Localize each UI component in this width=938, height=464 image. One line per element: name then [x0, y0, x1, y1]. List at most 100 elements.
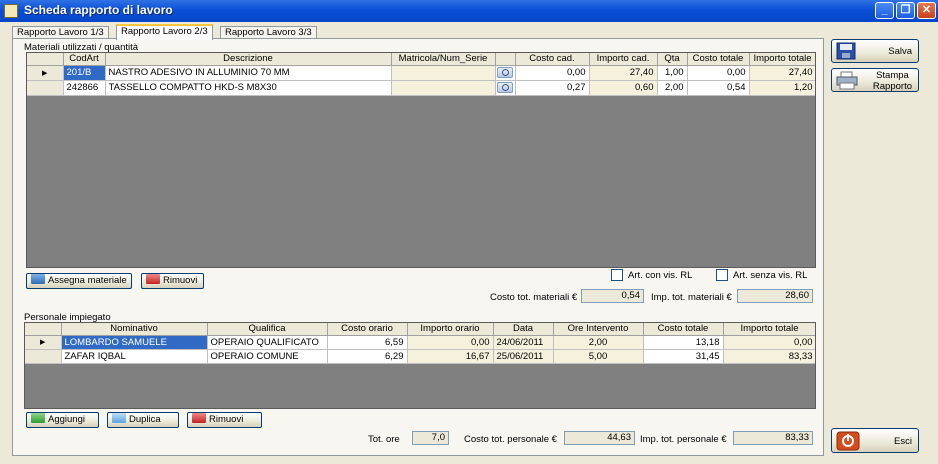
cell-costo-cad[interactable]: 0,27 — [515, 80, 590, 96]
cell-costo-totale: 0,00 — [687, 65, 750, 81]
lookup-icon[interactable] — [497, 81, 513, 93]
materials-col-codart[interactable]: CodArt — [63, 53, 106, 66]
personnel-amount-total-field: 83,33 — [733, 431, 813, 445]
cell-data[interactable]: 24/06/2011 — [493, 335, 554, 350]
add-personnel-label: Aggiungi — [48, 414, 85, 425]
maximize-icon[interactable]: ❐ — [896, 2, 915, 19]
table-row[interactable]: 242866 TASSELLO COMPATTO HKD-S M8X30 0,2… — [27, 80, 815, 96]
remove-personnel-label: Rimuovi — [209, 414, 244, 425]
assign-icon — [31, 274, 45, 284]
personnel-col-importo-orario[interactable]: Importo orario — [407, 323, 494, 336]
floppy-icon — [836, 42, 856, 60]
cell-importo-cad[interactable]: 0,60 — [589, 80, 658, 96]
materials-cost-total-field: 0,54 — [581, 289, 644, 303]
remove-personnel-button[interactable]: Rimuovi — [187, 412, 262, 428]
lookup-icon[interactable] — [497, 66, 513, 78]
personnel-col-ore-intervento[interactable]: Ore Intervento — [553, 323, 644, 336]
table-row[interactable]: ▶ 201/B NASTRO ADESIVO IN ALLUMINIO 70 M… — [27, 65, 815, 81]
materials-amount-total-field: 28,60 — [737, 289, 813, 303]
personnel-col-costo-totale[interactable]: Costo totale — [643, 323, 724, 336]
assign-material-button[interactable]: Assegna materiale — [26, 273, 132, 289]
printer-icon — [836, 71, 858, 90]
cell-data[interactable]: 25/06/2011 — [493, 349, 554, 364]
materials-col-qta[interactable]: Qta — [657, 53, 688, 66]
materials-col-importo-totale[interactable]: Importo totale — [749, 53, 815, 66]
cell-importo-totale: 83,33 — [723, 349, 815, 364]
personnel-col-costo-orario[interactable]: Costo orario — [327, 323, 408, 336]
personnel-header-row: Nominativo Qualifica Costo orario Import… — [25, 323, 815, 336]
cell-qta[interactable]: 2,00 — [657, 80, 688, 96]
print-report-button[interactable]: Stampa Rapporto — [831, 68, 919, 92]
cell-costo-cad[interactable]: 0,00 — [515, 65, 590, 81]
materials-col-indicator — [27, 53, 64, 66]
cell-importo-totale: 0,00 — [723, 335, 815, 350]
materials-col-descrizione[interactable]: Descrizione — [105, 53, 392, 66]
duplicate-icon — [112, 413, 126, 423]
cell-matricola[interactable] — [391, 80, 496, 96]
cell-importo-totale: 1,20 — [749, 80, 815, 96]
minimize-icon[interactable]: _ — [875, 2, 894, 19]
cell-costo-totale: 0,54 — [687, 80, 750, 96]
table-row[interactable]: ▶ LOMBARDO SAMUELE OPERAIO QUALIFICATO 6… — [25, 335, 815, 350]
table-row[interactable]: ZAFAR IQBAL OPERAIO COMUNE 6,29 16,67 25… — [25, 349, 815, 364]
save-label: Salva — [888, 46, 912, 57]
cell-costo-orario[interactable]: 6,59 — [327, 335, 408, 350]
close-icon[interactable]: ✕ — [917, 2, 936, 19]
row-indicator — [27, 80, 64, 96]
duplicate-personnel-label: Duplica — [129, 414, 161, 425]
materials-col-costo-cad[interactable]: Costo cad. — [515, 53, 590, 66]
personnel-col-data[interactable]: Data — [493, 323, 554, 336]
materials-col-lookup — [495, 53, 516, 66]
cell-descrizione[interactable]: NASTRO ADESIVO IN ALLUMINIO 70 MM — [105, 65, 392, 81]
exit-button[interactable]: Esci — [831, 428, 919, 453]
personnel-cost-total-field: 44,63 — [564, 431, 635, 445]
materials-col-matricola[interactable]: Matricola/Num_Serie — [391, 53, 496, 66]
cell-matricola[interactable] — [391, 65, 496, 81]
exit-icon — [836, 431, 860, 451]
checkbox-art-senza-vis-label: Art. senza vis. RL — [733, 270, 808, 281]
total-hours-field: 7,0 — [412, 431, 449, 445]
cell-ore-intervento[interactable]: 2,00 — [553, 335, 644, 350]
cell-codart[interactable]: 242866 — [63, 80, 106, 96]
cell-importo-orario[interactable]: 16,67 — [407, 349, 494, 364]
cell-importo-orario[interactable]: 0,00 — [407, 335, 494, 350]
cell-codart[interactable]: 201/B — [63, 65, 106, 81]
add-personnel-button[interactable]: Aggiungi — [26, 412, 99, 428]
materials-col-importo-cad[interactable]: Importo cad. — [589, 53, 658, 66]
save-button[interactable]: Salva — [831, 39, 919, 63]
personnel-cost-total-label: Costo tot. personale € — [464, 434, 557, 445]
materials-cost-total-label: Costo tot. materiali € — [490, 292, 578, 303]
cell-qualifica[interactable]: OPERAIO QUALIFICATO — [207, 335, 328, 350]
personnel-col-nominativo[interactable]: Nominativo — [61, 323, 208, 336]
personnel-grid[interactable]: Nominativo Qualifica Costo orario Import… — [24, 322, 816, 409]
cell-importo-cad[interactable]: 27,40 — [589, 65, 658, 81]
cell-nominativo[interactable]: ZAFAR IQBAL — [61, 349, 208, 364]
remove-material-button[interactable]: Rimuovi — [141, 273, 204, 289]
cell-descrizione[interactable]: TASSELLO COMPATTO HKD-S M8X30 — [105, 80, 392, 96]
checkbox-art-con-vis[interactable] — [611, 269, 623, 281]
cell-lookup[interactable] — [495, 80, 516, 96]
personnel-col-qualifica[interactable]: Qualifica — [207, 323, 328, 336]
remove-icon — [146, 274, 160, 284]
cell-ore-intervento[interactable]: 5,00 — [553, 349, 644, 364]
remove-icon — [192, 413, 206, 423]
cell-costo-orario[interactable]: 6,29 — [327, 349, 408, 364]
cell-importo-totale: 27,40 — [749, 65, 815, 81]
cell-qualifica[interactable]: OPERAIO COMUNE — [207, 349, 328, 364]
add-icon — [31, 413, 45, 423]
checkbox-art-senza-vis[interactable] — [716, 269, 728, 281]
cell-nominativo[interactable]: LOMBARDO SAMUELE — [61, 335, 208, 350]
materials-grid[interactable]: CodArt Descrizione Matricola/Num_Serie C… — [26, 52, 816, 268]
materials-col-costo-totale[interactable]: Costo totale — [687, 53, 750, 66]
cell-costo-totale: 31,45 — [643, 349, 724, 364]
cell-qta[interactable]: 1,00 — [657, 65, 688, 81]
print-report-label: Stampa Rapporto — [873, 70, 912, 92]
tab-rapporto-2[interactable]: Rapporto Lavoro 2/3 — [116, 24, 213, 40]
exit-label: Esci — [894, 436, 912, 447]
personnel-col-indicator — [25, 323, 62, 336]
remove-material-label: Rimuovi — [163, 275, 198, 286]
duplicate-personnel-button[interactable]: Duplica — [107, 412, 179, 428]
cell-lookup[interactable] — [495, 65, 516, 81]
total-hours-label: Tot. ore — [368, 434, 400, 445]
personnel-col-importo-totale[interactable]: Importo totale — [723, 323, 815, 336]
